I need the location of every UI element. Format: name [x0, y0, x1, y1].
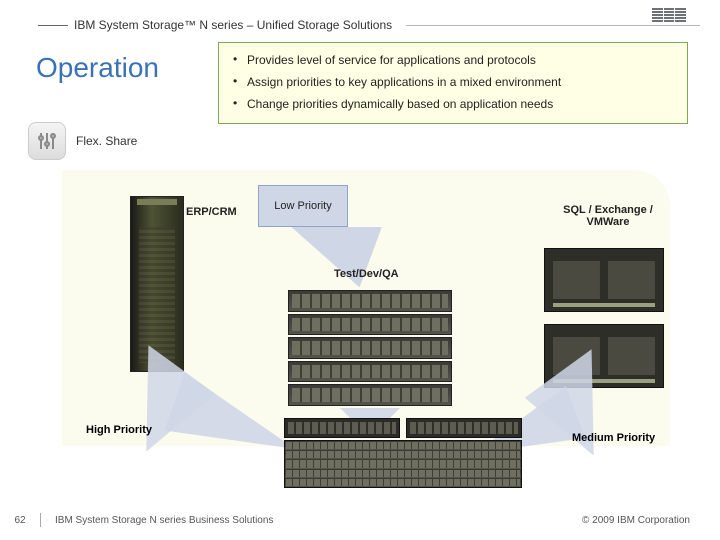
slide-header: IBM System Storage™ N series – Unified S…	[38, 14, 700, 36]
footer-title: IBM System Storage N series Business Sol…	[55, 515, 582, 526]
feature-bullets: Provides level of service for applicatio…	[218, 42, 688, 124]
sql-exchange-label: SQL / Exchange / VMWare	[548, 204, 668, 228]
header-title: IBM System Storage™ N series – Unified S…	[74, 18, 392, 32]
medium-priority-label: Medium Priority	[572, 432, 655, 444]
controller-bottom-a-icon	[284, 418, 400, 438]
flexshare-label: Flex. Share	[76, 134, 137, 148]
high-priority-label: High Priority	[86, 424, 152, 436]
slide-footer: 62 IBM System Storage N series Business …	[0, 510, 720, 530]
bullet-item: Assign priorities to key applications in…	[233, 71, 675, 93]
flexshare-widget: Flex. Share	[28, 122, 137, 160]
low-priority-label: Low Priority	[258, 185, 348, 227]
footer-divider	[40, 513, 41, 527]
ibm-logo-icon	[652, 8, 686, 24]
controller-right-a-icon	[544, 248, 664, 312]
page-number: 62	[0, 515, 40, 526]
storage-shelves-icon	[288, 290, 452, 406]
testdev-label: Test/Dev/QA	[334, 268, 399, 280]
header-rule-left	[38, 25, 68, 26]
bullet-item: Change priorities dynamically based on a…	[233, 93, 675, 115]
bullet-item: Provides level of service for applicatio…	[233, 49, 675, 71]
large-storage-stack-icon	[284, 440, 522, 488]
copyright: © 2009 IBM Corporation	[582, 515, 720, 526]
sliders-icon	[28, 122, 66, 160]
page-title: Operation	[36, 52, 159, 84]
controller-bottom-b-icon	[406, 418, 522, 438]
erp-crm-label: ERP/CRM	[186, 206, 237, 218]
header-rule-right	[406, 25, 700, 26]
